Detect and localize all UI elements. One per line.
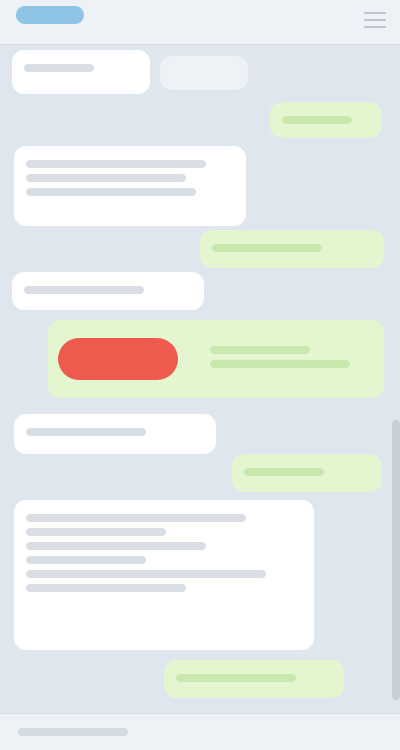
message-bubble-incoming[interactable] xyxy=(14,146,246,226)
message-bubble-outgoing[interactable] xyxy=(200,230,384,268)
message-bubble-incoming[interactable] xyxy=(12,272,204,310)
app-logo-icon xyxy=(16,6,84,24)
message-bubble-outgoing[interactable] xyxy=(270,102,382,138)
message-bubble-incoming[interactable] xyxy=(14,500,314,650)
message-bubble-outgoing[interactable] xyxy=(164,660,344,698)
alert-highlight xyxy=(58,338,178,380)
message-bubble-incoming[interactable] xyxy=(160,56,248,90)
message-bubble-incoming[interactable] xyxy=(14,414,216,454)
composer-bar xyxy=(0,713,400,750)
message-input[interactable] xyxy=(18,728,128,736)
chat-thread[interactable] xyxy=(0,44,392,714)
message-bubble-outgoing[interactable] xyxy=(48,320,384,398)
menu-icon[interactable] xyxy=(364,12,386,28)
chat-scrollbar[interactable] xyxy=(392,420,400,700)
top-bar xyxy=(0,0,400,45)
message-bubble-outgoing[interactable] xyxy=(232,454,382,492)
message-bubble-incoming[interactable] xyxy=(12,50,150,94)
